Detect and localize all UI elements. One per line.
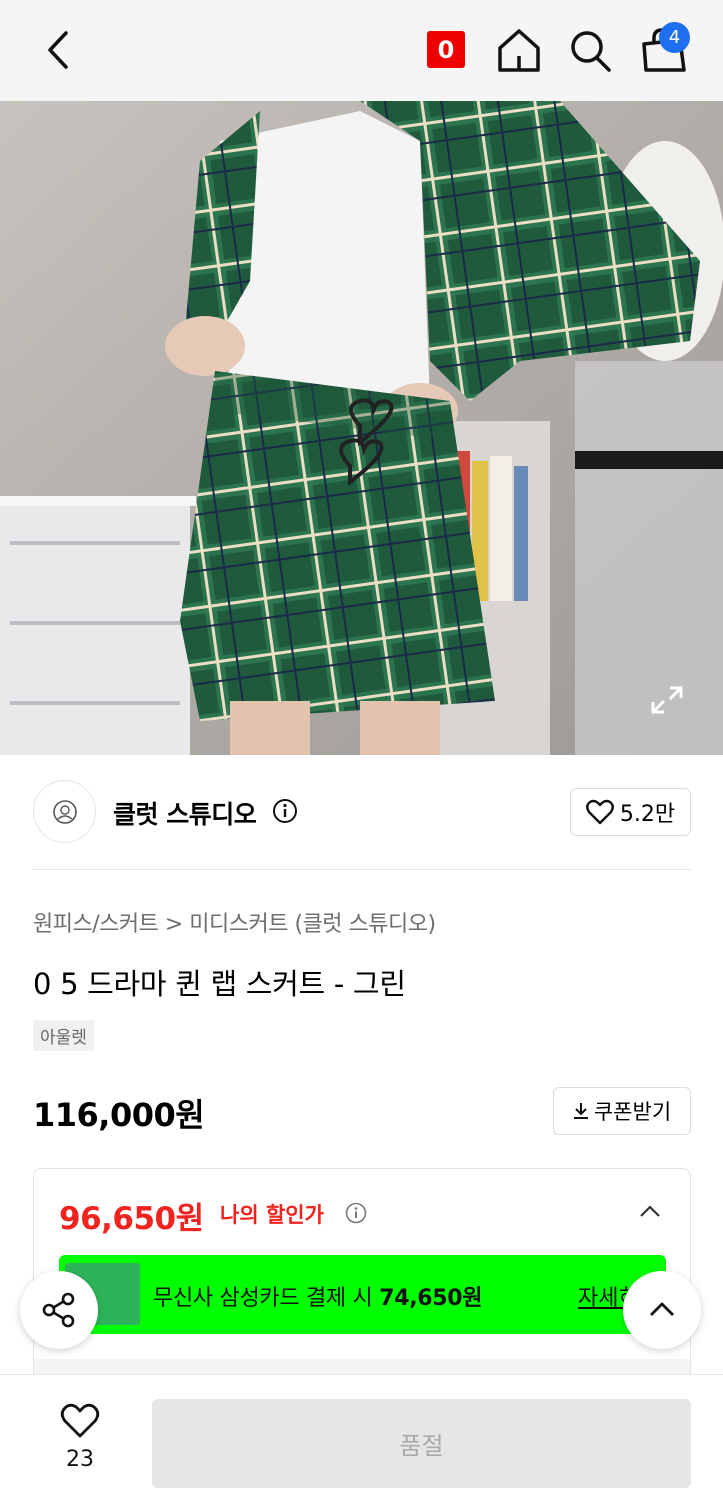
product-image[interactable] <box>0 101 723 755</box>
home-icon <box>498 29 540 72</box>
collapse-discount-button[interactable] <box>637 1199 663 1225</box>
expand-image-button[interactable] <box>650 685 684 715</box>
search-button[interactable] <box>568 26 614 74</box>
card-promo-banner[interactable]: 무신사 삼성카드 결제 시 74,650원 자세히 <box>59 1255 666 1334</box>
brand-name[interactable]: 클럿 스튜디오 <box>113 795 257 831</box>
brand-like-count: 5.2만 <box>619 802 676 827</box>
expand-icon <box>651 686 683 714</box>
category-breadcrumb[interactable]: 원피스/스커트 > 미디스커트 (클럿 스튜디오) <box>33 906 436 938</box>
discount-info-button[interactable] <box>345 1202 367 1224</box>
search-icon <box>571 31 611 72</box>
card-promo-price: 74,650원 <box>379 1286 483 1311</box>
brand-logo[interactable] <box>33 780 96 843</box>
chevron-up-icon <box>640 1205 660 1217</box>
my-discount-price: 96,650원 <box>59 1201 204 1237</box>
outlet-tag: 아울렛 <box>33 1020 94 1051</box>
product-price: 116,000원 <box>33 1096 205 1134</box>
home-button[interactable] <box>496 26 542 74</box>
product-photo <box>0 101 723 755</box>
brand-info-button[interactable] <box>272 798 298 824</box>
chevron-left-icon <box>48 31 68 69</box>
cart-count-badge: 4 <box>659 22 690 53</box>
coupon-download-button[interactable]: 쿠폰받기 <box>553 1087 691 1135</box>
product-title: 0 5 드라마 퀸 랩 스커트 - 그린 <box>33 967 406 1001</box>
top-bar: 0 4 <box>0 0 723 101</box>
discount-panel: 96,650원 나의 할인가 무신사 삼성카드 결제 시 74,650원 자세히 <box>33 1168 691 1388</box>
share-icon <box>42 1292 75 1328</box>
brand-emblem-icon <box>52 799 77 824</box>
card-promo-text: 무신사 삼성카드 결제 시 74,650원 <box>153 1286 483 1311</box>
my-discount-label: 나의 할인가 <box>220 1203 324 1227</box>
chevron-up-icon <box>650 1302 674 1316</box>
soldout-button[interactable]: 품절 <box>152 1399 691 1488</box>
bottom-action-bar: 23 품절 <box>0 1374 723 1500</box>
back-button[interactable] <box>36 26 80 74</box>
brand-badge-button[interactable]: 0 <box>427 31 465 68</box>
wishlist-count: 23 <box>66 1447 94 1472</box>
scroll-top-button[interactable] <box>623 1271 701 1349</box>
wishlist-button[interactable]: 23 <box>48 1403 112 1483</box>
divider <box>33 869 691 870</box>
share-button[interactable] <box>20 1271 98 1349</box>
info-icon <box>273 799 297 823</box>
heart-icon <box>585 799 614 825</box>
coupon-label: 쿠폰받기 <box>593 1100 672 1124</box>
heart-icon <box>60 1403 100 1438</box>
info-icon <box>345 1202 367 1224</box>
brand-like-button[interactable]: 5.2만 <box>570 788 691 836</box>
download-icon <box>573 1103 588 1119</box>
